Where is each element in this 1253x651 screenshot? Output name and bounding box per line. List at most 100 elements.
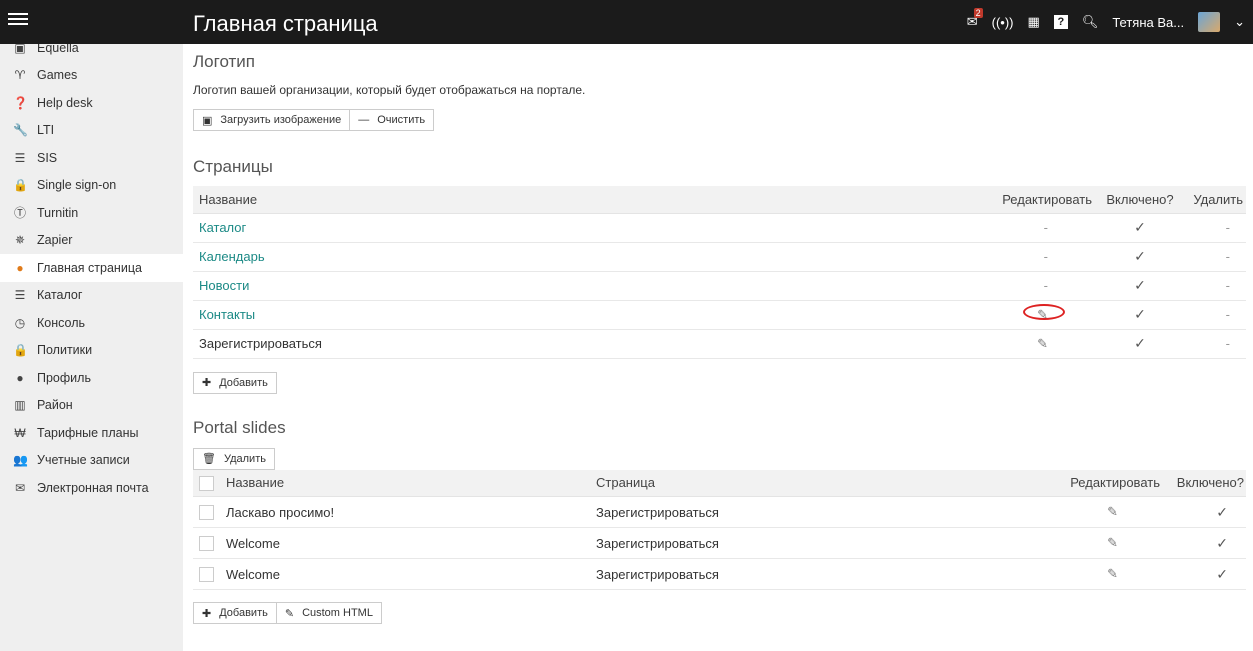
trash-icon: 🗑 [202, 453, 216, 465]
edit-dash: - [1043, 220, 1048, 235]
slides-col-page: Страница [590, 469, 1056, 497]
calendar-icon[interactable]: ▦ [1028, 14, 1040, 30]
enabled-check-icon[interactable]: ✓ [1134, 277, 1146, 293]
sidebar-item[interactable]: Ⓣ Turnitin [0, 199, 183, 227]
delete-dash: - [1225, 249, 1230, 264]
sidebar-item[interactable]: ● Главная страница [0, 254, 183, 282]
pencil-icon: ✎ [1037, 335, 1048, 351]
col-edit: Редактировать [986, 186, 1096, 214]
row-checkbox[interactable] [199, 536, 214, 552]
sidebar-item-label: Single sign-on [37, 178, 117, 193]
broadcast-icon[interactable]: ((•)) [992, 15, 1014, 30]
slide-name: Welcome [226, 566, 280, 582]
sidebar-item[interactable]: ❓ Help desk [0, 89, 183, 117]
sidebar-item-label: SIS [37, 150, 58, 165]
slides-col-name: Название [220, 469, 590, 497]
row-checkbox[interactable] [199, 505, 214, 521]
sidebar-item-label: Учетные записи [37, 453, 130, 468]
turnitin-icon: Ⓣ [13, 206, 26, 221]
top-bar-actions: ✉ 2 ((•)) ▦ ? 🔍︎ Тетяна Ва... ⌄ [967, 0, 1245, 44]
edit-page-button[interactable]: ✎ [1023, 303, 1066, 323]
enabled-check-icon[interactable]: ✓ [1134, 248, 1146, 264]
sidebar-item-label: Каталог [37, 288, 83, 303]
slides-col-enabled: Включено? [1166, 469, 1246, 497]
enabled-check-icon[interactable]: ✓ [1134, 335, 1146, 351]
edit-dash: - [1043, 249, 1048, 264]
sidebar-item-label: Электронная почта [37, 480, 149, 495]
sidebar-item[interactable]: 🔧 LTI [0, 117, 183, 145]
list-icon: ☰ [14, 288, 26, 303]
edit-page-button[interactable]: ✎ [1037, 336, 1048, 352]
upload-image-button[interactable]: ▣ Загрузить изображение [193, 109, 351, 131]
sidebar-item[interactable]: ✵ Zapier [0, 227, 183, 255]
slides-heading: Portal slides [193, 417, 286, 437]
table-row: Каталог - ✓ - [193, 213, 1246, 243]
delete-dash: - [1225, 278, 1230, 293]
sidebar-item[interactable]: ◷ Консоль [0, 309, 183, 337]
enabled-check-icon[interactable]: ✓ [1216, 566, 1228, 582]
database-icon: ☰ [14, 150, 26, 165]
add-slide-button[interactable]: ✚ Добавить [193, 602, 277, 624]
chevron-down-icon[interactable]: ⌄ [1234, 14, 1245, 30]
help-icon[interactable]: ? [1053, 15, 1068, 29]
minus-icon: — [358, 114, 370, 126]
pages-table: Название Редактировать Включено? Удалить… [193, 186, 1246, 359]
clear-button[interactable]: — Очистить [350, 109, 435, 131]
sidebar-item[interactable]: ✉ Электронная почта [0, 474, 183, 502]
sidebar-item-label: Help desk [37, 95, 93, 110]
add-page-button[interactable]: ✚ Добавить [193, 371, 277, 394]
delete-slides-button[interactable]: 🗑 Удалить [193, 447, 275, 470]
sidebar-item[interactable]: 👥 Учетные записи [0, 447, 183, 475]
sidebar-item[interactable]: ● Профиль [0, 364, 183, 392]
page-link[interactable]: Каталог [199, 220, 246, 235]
enabled-check-icon[interactable]: ✓ [1216, 504, 1228, 520]
select-all-checkbox[interactable] [199, 475, 214, 491]
pages-heading: Страницы [193, 157, 273, 176]
hamburger-menu-icon[interactable] [8, 10, 28, 30]
notifications-icon[interactable]: ✉ 2 [967, 8, 983, 30]
mail-icon: ✉ [14, 480, 26, 495]
page-link[interactable]: Календарь [199, 249, 265, 264]
sidebar-item[interactable]: ▣ Equella [0, 44, 183, 62]
avatar[interactable] [1198, 12, 1221, 32]
wrench-icon: 🔧 [13, 123, 28, 138]
table-row: Календарь - ✓ - [193, 242, 1246, 272]
search-icon[interactable]: 🔍︎ [1082, 14, 1099, 30]
pencil-icon[interactable]: ✎ [1107, 504, 1118, 519]
page-link[interactable]: Новости [199, 278, 249, 293]
sidebar-item-label: Тарифные планы [37, 425, 139, 440]
table-row: Welcome Зарегистрироваться ✎ ✓ [193, 527, 1246, 559]
row-checkbox[interactable] [199, 567, 214, 583]
sidebar-item[interactable]: 🔒 Политики [0, 337, 183, 365]
logo-description: Логотип вашей организации, который будет… [193, 83, 586, 97]
table-row: Контакты ✎ ✓ - [193, 300, 1246, 330]
sidebar-item-label: LTI [37, 123, 55, 138]
zapier-icon: ✵ [14, 233, 26, 248]
plus-icon: ✚ [202, 377, 212, 389]
sidebar-item[interactable]: ☰ Каталог [0, 282, 183, 310]
lock-icon: 🔒 [13, 178, 28, 193]
pencil-icon[interactable]: ✎ [1107, 566, 1118, 581]
sidebar-item-label: Политики [37, 343, 93, 358]
page-link[interactable]: Контакты [199, 307, 255, 322]
sidebar-item[interactable]: ₩ Тарифные планы [0, 419, 183, 447]
sidebar-item[interactable]: ♈ Games [0, 62, 183, 90]
enabled-check-icon[interactable]: ✓ [1216, 535, 1228, 551]
col-delete: Удалить [1184, 186, 1246, 214]
sidebar-item[interactable]: ☰ SIS [0, 144, 183, 172]
enabled-check-icon[interactable]: ✓ [1134, 219, 1146, 235]
sidebar-item[interactable]: ▥ Район [0, 392, 183, 420]
logo-heading: Логотип [193, 52, 256, 71]
lock-icon: 🔒 [13, 343, 28, 358]
slide-page: Зарегистрироваться [596, 566, 719, 582]
user-name[interactable]: Тетяна Ва... [1112, 15, 1184, 30]
custom-html-button[interactable]: ✎ Custom HTML [276, 602, 382, 624]
equella-icon: ▣ [14, 44, 26, 55]
pencil-icon[interactable]: ✎ [1107, 535, 1118, 550]
enabled-check-icon[interactable]: ✓ [1134, 306, 1146, 322]
slides-table: Название Страница Редактировать Включено… [193, 469, 1246, 590]
slide-page: Зарегистрироваться [596, 535, 719, 551]
sidebar-item[interactable]: 🔒 Single sign-on [0, 172, 183, 200]
slide-name: Ласкаво просимо! [226, 504, 335, 520]
table-row: Зарегистрироваться ✎ ✓ - [193, 329, 1246, 359]
